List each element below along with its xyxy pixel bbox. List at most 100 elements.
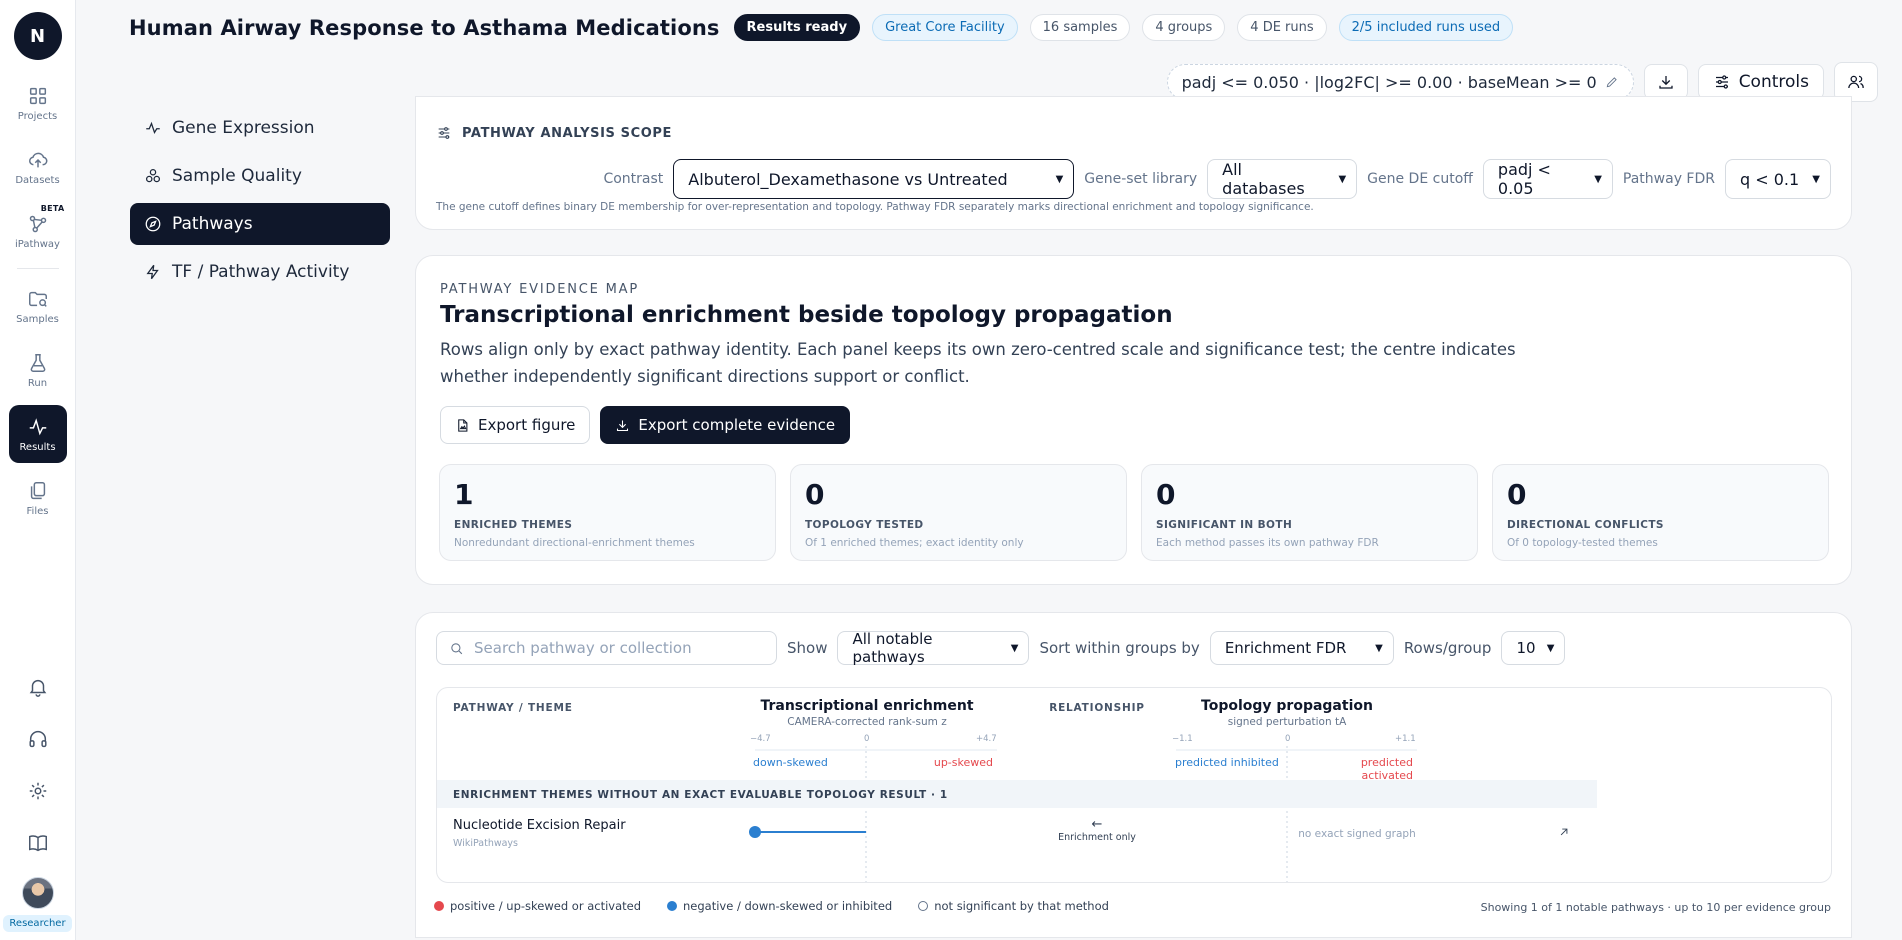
subnav-pathways[interactable]: Pathways: [130, 203, 390, 245]
cutoff-select[interactable]: padj < 0.05 ▼: [1482, 159, 1613, 199]
controls-label: Controls: [1738, 72, 1809, 92]
legend-positive: positive / up-skewed or activated: [434, 899, 641, 913]
legend-dot: [918, 901, 929, 911]
rail-label: Results: [19, 441, 56, 453]
stat-directional-conflicts: 0 DIRECTIONAL CONFLICTS Of 0 topology-te…: [1492, 464, 1829, 561]
role-badge: Researcher: [3, 915, 72, 932]
app-logo[interactable]: N: [13, 12, 62, 60]
chevron-down-icon: ▼: [1010, 642, 1019, 654]
rail-label: Datasets: [15, 174, 60, 186]
legend-dot: [667, 901, 678, 911]
subnav-tf-pathway-activity[interactable]: TF / Pathway Activity: [130, 251, 390, 293]
scope-heading: PATHWAY ANALYSIS SCOPE: [436, 125, 672, 141]
pathway-search-input[interactable]: Search pathway or collection: [436, 631, 777, 665]
stat-sub: Of 1 enriched themes; exact identity onl…: [805, 537, 1024, 549]
page-title: Human Airway Response to Asthama Medicat…: [129, 15, 720, 40]
group-heading: ENRICHMENT THEMES WITHOUT AN EXACT EVALU…: [437, 780, 1597, 808]
docs-button[interactable]: [18, 823, 58, 863]
stat-value: 0: [1507, 478, 1527, 511]
chevron-down-icon: ▼: [1546, 642, 1555, 654]
rail-item-ipathway[interactable]: BETA iPathway: [9, 202, 67, 260]
title-row: Human Airway Response to Asthama Medicat…: [129, 14, 1514, 41]
legend-negative: negative / down-skewed or inhibited: [667, 899, 892, 913]
subnav-label: Sample Quality: [172, 166, 302, 186]
stat-label: ENRICHED THEMES: [454, 519, 573, 531]
relationship-cell: ← Enrichment only: [1045, 818, 1149, 844]
fdr-select[interactable]: q < 0.1 ▼: [1725, 159, 1831, 199]
rail-item-projects[interactable]: Projects: [9, 74, 67, 132]
show-label: Show: [787, 639, 828, 657]
relationship-label: Enrichment only: [1058, 832, 1136, 843]
legend: positive / up-skewed or activated negati…: [434, 899, 1109, 913]
rail-item-run[interactable]: Run: [9, 341, 67, 399]
network-icon: [29, 215, 46, 232]
sort-label: Sort within groups by: [1039, 639, 1200, 657]
download-button[interactable]: [1643, 64, 1688, 100]
rows-select[interactable]: 10 ▼: [1501, 631, 1566, 665]
activity-icon: [146, 121, 160, 135]
library-label: Gene-set library: [1084, 171, 1198, 187]
contrast-select[interactable]: Albuterol_Dexamethasone vs Untreated ▼: [673, 159, 1075, 199]
controls-button[interactable]: Controls: [1697, 64, 1824, 100]
rail-item-datasets[interactable]: Datasets: [9, 138, 67, 196]
evidence-map-card: PATHWAY EVIDENCE MAP Transcriptional enr…: [415, 255, 1852, 585]
sort-select[interactable]: Enrichment FDR ▼: [1209, 631, 1394, 665]
left-rail: N Projects Datasets BETA iPathway Sample…: [0, 0, 76, 940]
contrast-value: Albuterol_Dexamethasone vs Untreated: [688, 169, 1008, 189]
stat-label: SIGNIFICANT IN BOTH: [1156, 519, 1293, 531]
stat-label: TOPOLOGY TESTED: [805, 519, 924, 531]
show-value: All notable pathways: [852, 630, 933, 666]
chevron-down-icon: ▼: [1594, 173, 1602, 185]
subnav-gene-expression[interactable]: Gene Expression: [130, 107, 390, 149]
search-placeholder: Search pathway or collection: [474, 639, 692, 657]
scope-note: The gene cutoff defines binary DE member…: [436, 201, 1314, 213]
results-subnav: Gene Expression Sample Quality Pathways …: [130, 107, 390, 299]
legend-dot: [434, 901, 444, 911]
filter-summary-text: padj <= 0.050 · |log2FC| >= 0.00 · baseM…: [1181, 72, 1597, 92]
stat-significant-in-both: 0 SIGNIFICANT IN BOTH Each method passes…: [1141, 464, 1478, 561]
folder-search-icon: [28, 291, 47, 307]
stat-value: 1: [454, 478, 474, 511]
notifications-button[interactable]: [18, 667, 58, 707]
enrichment-point[interactable]: [749, 826, 761, 838]
rail-label: Files: [26, 505, 49, 517]
activity-icon: [29, 417, 46, 435]
library-value: All databases: [1222, 160, 1305, 198]
support-button[interactable]: [18, 719, 58, 759]
status-badge: Results ready: [733, 14, 861, 41]
rail-bottom: Researcher: [0, 661, 76, 940]
legend-text: positive / up-skewed or activated: [450, 899, 642, 913]
sort-value: Enrichment FDR: [1224, 639, 1347, 657]
filter-summary-pill[interactable]: padj <= 0.050 · |log2FC| >= 0.00 · baseM…: [1166, 64, 1634, 100]
rail-item-results[interactable]: Results: [8, 405, 67, 463]
export-buttons: Export figure Export complete evidence: [440, 406, 851, 444]
library-select[interactable]: All databases ▼: [1207, 159, 1358, 199]
subnav-sample-quality[interactable]: Sample Quality: [130, 155, 390, 197]
evidence-title: Transcriptional enrichment beside topolo…: [440, 302, 1173, 328]
rail-label: Projects: [17, 110, 58, 122]
rail-item-samples[interactable]: Samples: [9, 277, 67, 335]
rows-value: 10: [1516, 639, 1536, 657]
open-pathway-button[interactable]: [1557, 824, 1571, 838]
export-evidence-label: Export complete evidence: [638, 416, 836, 434]
chevron-down-icon: ▼: [1338, 173, 1347, 185]
contrast-label: Contrast: [603, 171, 664, 187]
settings-button[interactable]: [18, 771, 58, 811]
headphones-icon: [28, 731, 47, 748]
export-figure-button[interactable]: Export figure: [440, 406, 591, 444]
export-evidence-button[interactable]: Export complete evidence: [600, 406, 851, 444]
fdr-value: q < 0.1: [1740, 169, 1800, 189]
rail-item-files[interactable]: Files: [9, 469, 67, 527]
avatar[interactable]: [21, 877, 54, 909]
chevron-down-icon: ▼: [1375, 642, 1383, 654]
users-icon: [1848, 75, 1864, 89]
legend-not-significant: not significant by that method: [918, 899, 1109, 913]
sliders-icon: [438, 127, 450, 139]
files-icon: [30, 481, 45, 499]
de-runs-chip: 4 DE runs: [1237, 14, 1327, 41]
pagination-note: Showing 1 of 1 notable pathways · up to …: [1480, 901, 1831, 914]
stat-topology-tested: 0 TOPOLOGY TESTED Of 1 enriched themes; …: [790, 464, 1127, 561]
sliders-icon: [1715, 75, 1728, 89]
evidence-grid: PATHWAY / THEME RELATIONSHIP Transcripti…: [436, 687, 1832, 883]
show-select[interactable]: All notable pathways ▼: [837, 630, 1030, 666]
